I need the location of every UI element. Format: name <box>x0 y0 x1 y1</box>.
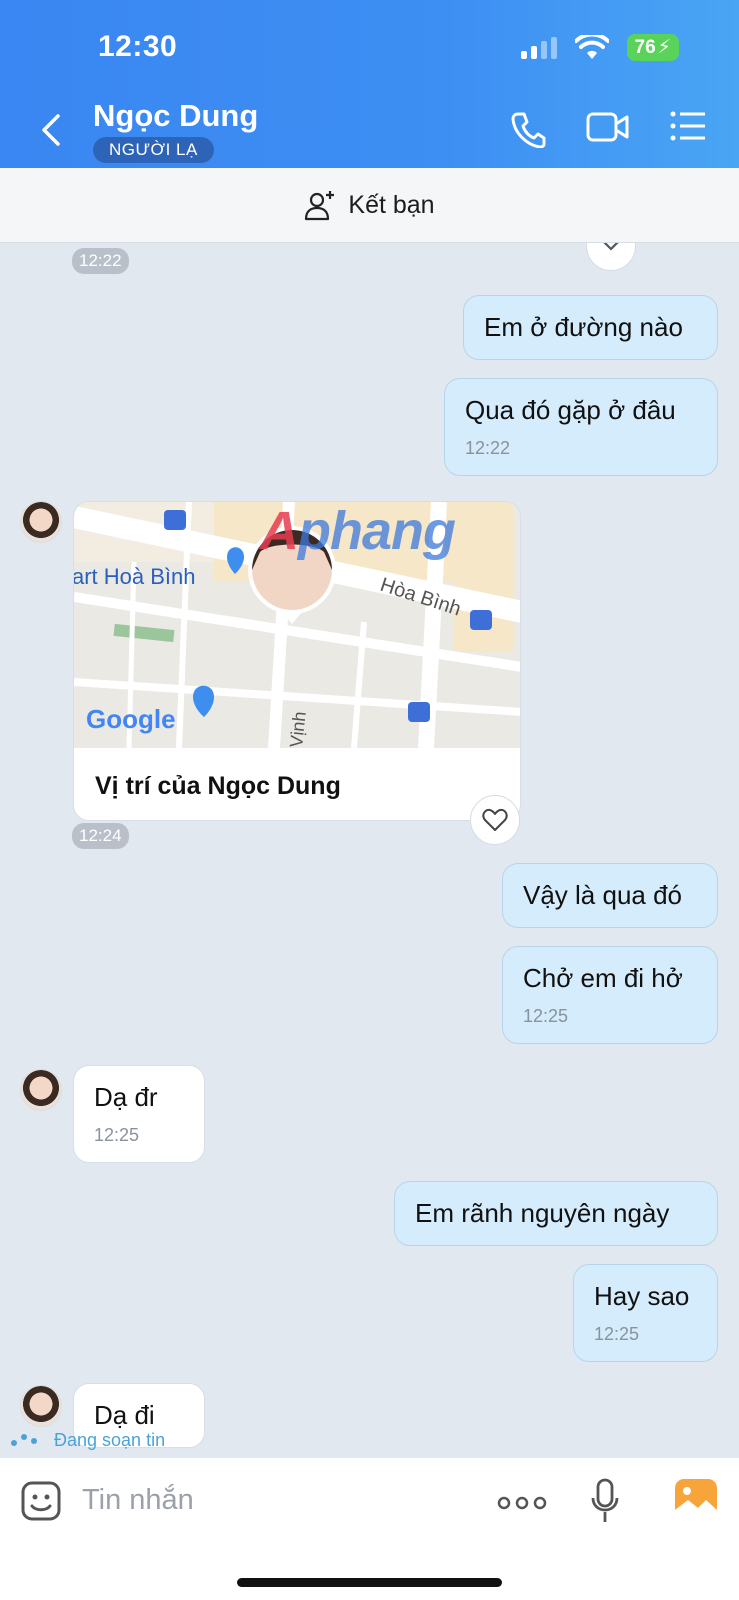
message-text: Em rãnh nguyên ngày <box>415 1198 670 1228</box>
message-time: 12:25 <box>94 1125 140 1145</box>
message-text: Dạ đr <box>94 1082 158 1112</box>
home-indicator <box>237 1578 502 1587</box>
chat-area[interactable]: 12:22 Em ở đường nào Qua đó gặp ở đâu 12… <box>0 243 739 1458</box>
battery-icon: 76 ⚡ <box>626 34 679 61</box>
more-icon[interactable] <box>497 1496 547 1510</box>
chat-header: 12:30 76 ⚡ Ngọc Dung NGƯỜI LẠ <box>0 0 739 168</box>
heart-react-icon[interactable] <box>586 243 636 271</box>
avatar[interactable] <box>20 1385 62 1427</box>
map-street-label: Vịnh <box>286 710 310 748</box>
add-friend-button[interactable]: Kết bạn <box>0 168 739 243</box>
message-input[interactable]: Tin nhắn <box>82 1484 194 1517</box>
heart-react-icon[interactable] <box>470 795 520 845</box>
video-call-icon[interactable] <box>586 110 630 144</box>
typing-dots-icon <box>11 1433 37 1446</box>
timestamp-pill: 12:24 <box>72 823 129 849</box>
message-text: Qua đó gặp ở đâu <box>465 395 676 425</box>
status-time: 12:30 <box>98 30 178 63</box>
message-text: Vậy là qua đó <box>523 880 683 910</box>
message-time: 12:25 <box>594 1324 640 1344</box>
signal-icon <box>520 36 557 59</box>
map-poi-label: art Hoà Bình <box>74 564 196 589</box>
message-input-bar: Tin nhắn <box>0 1458 739 1600</box>
stranger-badge: NGƯỜI LẠ <box>93 137 214 163</box>
watermark-logo: Aphang <box>260 501 456 561</box>
map-logo: Google <box>86 704 176 734</box>
image-gallery-icon[interactable] <box>674 1478 718 1520</box>
message-time: 12:25 <box>523 1006 569 1026</box>
message-text: Hay sao <box>594 1281 690 1311</box>
sticker-icon[interactable] <box>20 1480 62 1522</box>
status-icons: 76 ⚡ <box>520 34 679 61</box>
menu-icon[interactable] <box>670 110 706 142</box>
add-friend-label: Kết bạn <box>348 190 435 219</box>
message-bubble-sent[interactable]: Em ở đường nào <box>463 295 718 360</box>
typing-text: Đang soạn tin <box>54 1430 166 1450</box>
message-bubble-sent[interactable]: Qua đó gặp ở đâu 12:22 <box>444 378 718 476</box>
message-bubble-sent[interactable]: Hay sao 12:25 <box>573 1264 718 1362</box>
message-text: Dạ đi <box>94 1400 155 1430</box>
location-label: Vị trí của Ngọc Dung <box>95 772 341 800</box>
message-text: Em ở đường nào <box>484 312 683 342</box>
typing-indicator: Đang soạn tin <box>8 1430 165 1451</box>
phone-icon[interactable] <box>510 110 546 148</box>
message-bubble-sent[interactable]: Em rãnh nguyên ngày <box>394 1181 718 1246</box>
avatar[interactable] <box>20 1069 62 1111</box>
contact-name[interactable]: Ngọc Dung <box>93 98 258 134</box>
message-bubble-sent[interactable]: Chở em đi hở 12:25 <box>502 946 718 1044</box>
timestamp-pill: 12:22 <box>72 248 129 274</box>
avatar[interactable] <box>20 501 62 543</box>
message-time: 12:22 <box>465 438 511 458</box>
battery-level: 76 <box>634 36 656 58</box>
microphone-icon[interactable] <box>590 1478 620 1524</box>
message-bubble-received[interactable]: Dạ đr 12:25 <box>73 1065 205 1163</box>
wifi-icon <box>574 34 609 59</box>
message-bubble-sent[interactable]: Vậy là qua đó <box>502 863 718 928</box>
add-user-icon <box>305 191 335 221</box>
back-icon[interactable] <box>36 112 66 148</box>
message-text: Chở em đi hở <box>523 963 683 993</box>
